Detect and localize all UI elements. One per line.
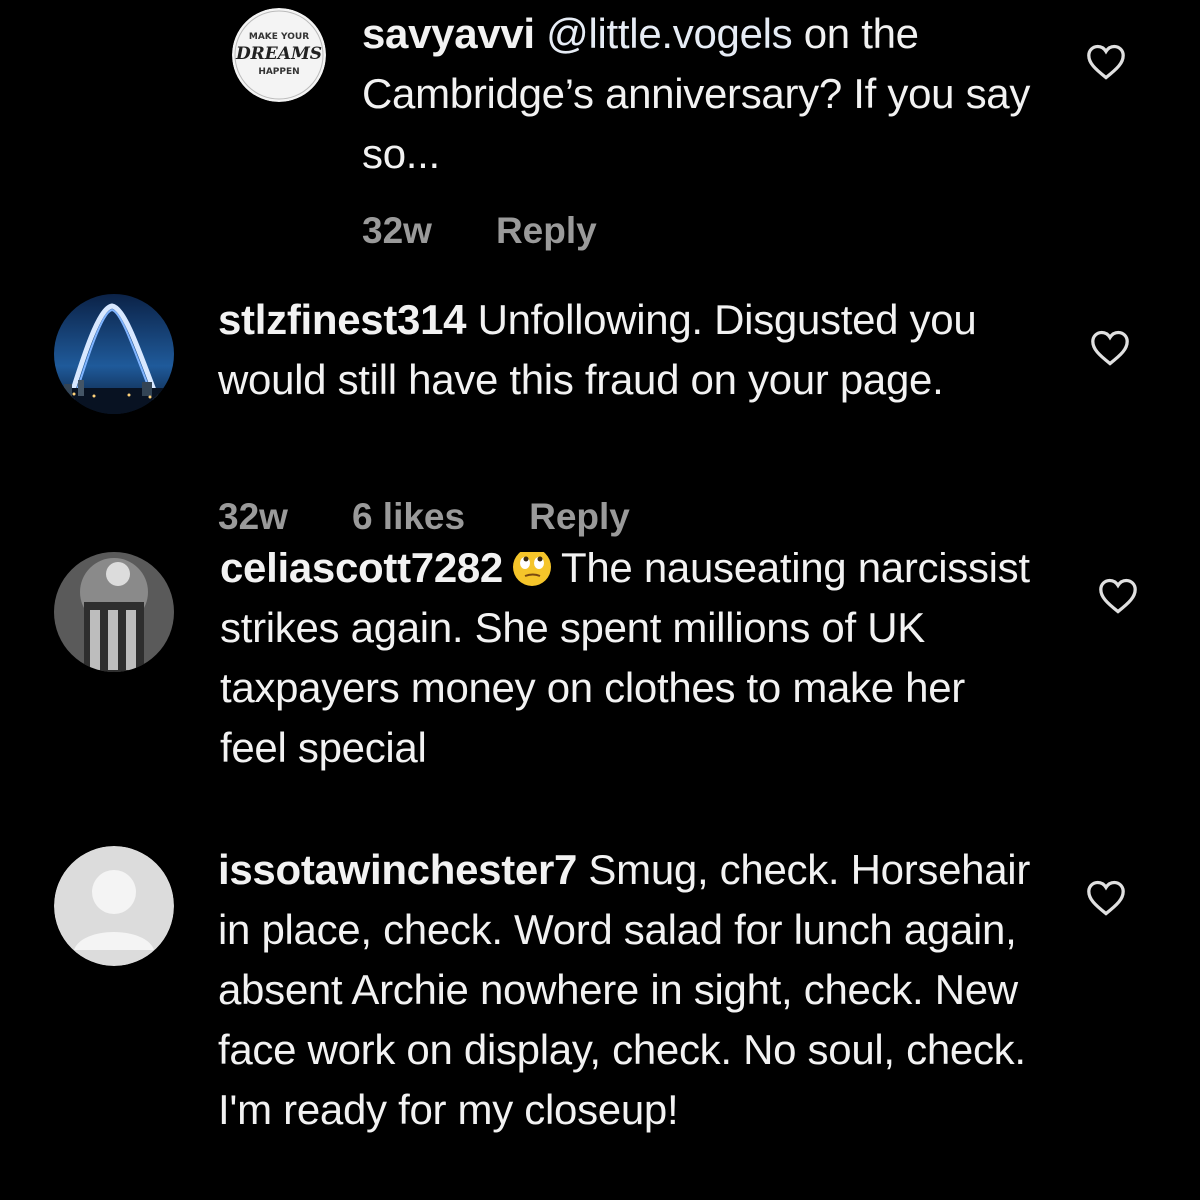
comment-time: 32w [362,210,432,251]
avatar-savyavvi[interactable]: MAKE YOUR DREAMS HAPPEN [232,8,326,102]
default-user-avatar-icon [54,846,174,966]
avatar-issotawinchester7[interactable] [54,846,174,966]
comment-stlzfinest314: stlzfinest314 Unfollowing. Disgusted you… [0,290,1200,550]
like-heart-icon[interactable] [1086,880,1126,916]
comment-body: celiascott7282 The nauseating narcissist … [220,552,1040,778]
comment-body: issotawinchester7 Smug, check. Horsehair… [218,840,1058,1140]
comment-meta: 32w Reply [362,210,661,252]
eye-roll-emoji-icon [511,552,553,586]
comment-mention[interactable]: @little.vogels [546,10,793,57]
comment-time: 32w [218,496,288,537]
like-heart-icon[interactable] [1086,44,1126,80]
comment-username[interactable]: savyavvi [362,10,535,57]
avatar-logo-line1: MAKE YOUR [249,32,309,42]
dreams-logo-avatar: MAKE YOUR DREAMS HAPPEN [232,8,326,102]
comment-body: savyavvi @little.vogels on the Cambridge… [362,4,1062,184]
comment-meta: 32w 6 likes Reply [218,496,694,538]
comment-likes[interactable]: 6 likes [352,496,465,538]
comment-body: stlzfinest314 Unfollowing. Disgusted you… [218,290,1038,410]
comment-celiascott7282: celiascott7282 The nauseating narcissist … [0,552,1200,822]
grayscale-photo-avatar [54,552,174,672]
comment-meta-clipped [220,808,630,822]
reply-button[interactable]: Reply [496,210,597,252]
avatar-stlzfinest314[interactable] [54,294,174,414]
avatar-logo-line2: DREAMS [235,44,322,64]
avatar-logo-line3: HAPPEN [258,67,299,77]
comment-username[interactable]: celiascott7282 [220,552,503,591]
like-heart-icon[interactable] [1098,578,1138,614]
like-heart-icon[interactable] [1090,330,1130,366]
avatar-celiascott7282[interactable] [54,552,174,672]
comment-username[interactable]: stlzfinest314 [218,296,467,343]
reply-button[interactable]: Reply [529,496,630,538]
comment-issotawinchester7: issotawinchester7 Smug, check. Horsehair… [0,838,1200,1200]
arch-photo-avatar [54,294,174,414]
comment-savyavvi: MAKE YOUR DREAMS HAPPEN savyavvi @little… [0,0,1200,290]
comment-username[interactable]: issotawinchester7 [218,846,577,893]
